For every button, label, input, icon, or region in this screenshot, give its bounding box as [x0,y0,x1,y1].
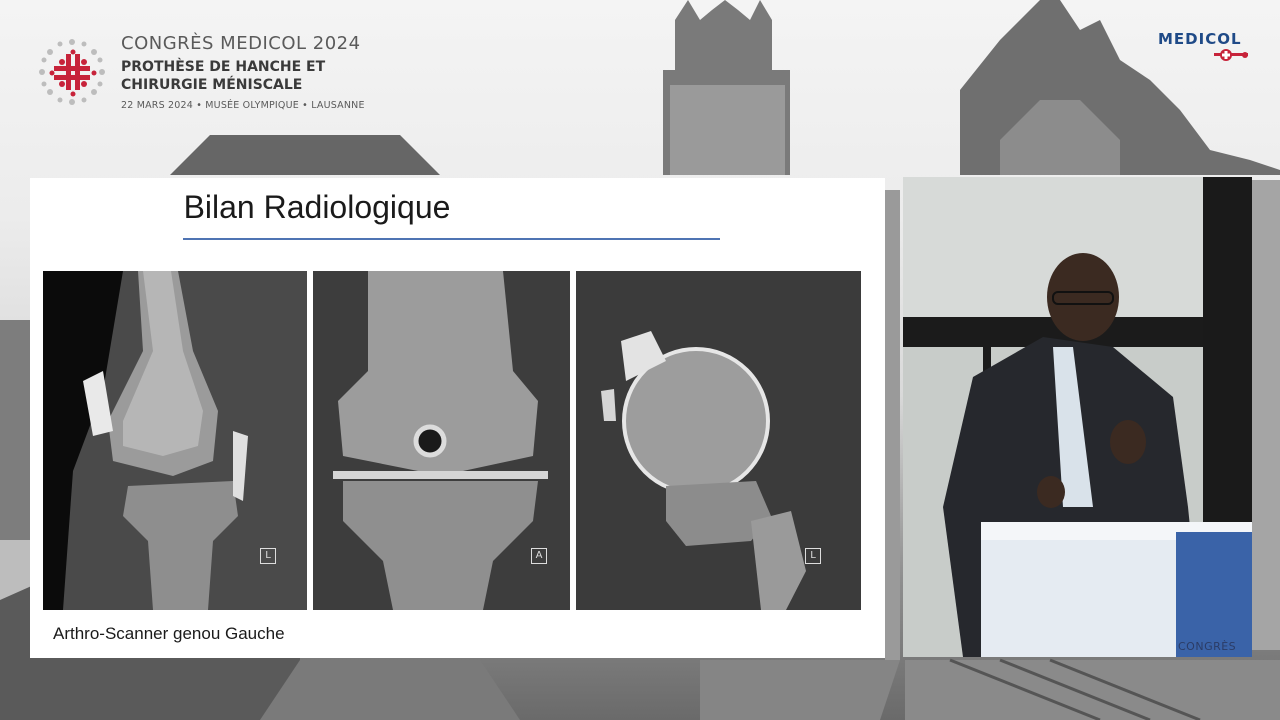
podium-label: CONGRÈS [1178,640,1237,653]
presentation-slide: Bilan Radiologique L A L Arthro-Scanner … [30,178,885,658]
orientation-marker: L [805,548,821,564]
congres-logo-icon [39,39,105,105]
subtitle-line-1: PROTHÈSE DE HANCHE ET [121,59,326,75]
subtitle-line-2: CHIRURGIE MÉNISCALE [121,77,303,93]
orientation-marker: A [531,548,547,564]
date-venue: 22 MARS 2024 • MUSÉE OLYMPIQUE • LAUSANN… [121,100,365,111]
medicol-mark-icon [1214,49,1248,61]
speaker-image [903,177,1252,657]
ct-scan-sagittal-1: L [43,271,307,610]
slide-caption: Arthro-Scanner genou Gauche [53,624,285,643]
orientation-marker: L [260,548,276,564]
speaker-video-panel: CONGRÈS [903,177,1252,657]
title-underline [183,238,720,240]
congres-title: CONGRÈS MEDICOL 2024 [121,33,361,54]
slide-title: Bilan Radiologique [183,189,451,225]
ct-scan-coronal: A [313,271,570,610]
medicol-logo: MEDICOL [1158,30,1254,64]
ct-scan-sagittal-2: L [576,271,861,610]
brand-name: MEDICOL [1158,30,1242,48]
congres-subtitle: PROTHÈSE DE HANCHE ET CHIRURGIE MÉNISCAL… [121,58,381,94]
